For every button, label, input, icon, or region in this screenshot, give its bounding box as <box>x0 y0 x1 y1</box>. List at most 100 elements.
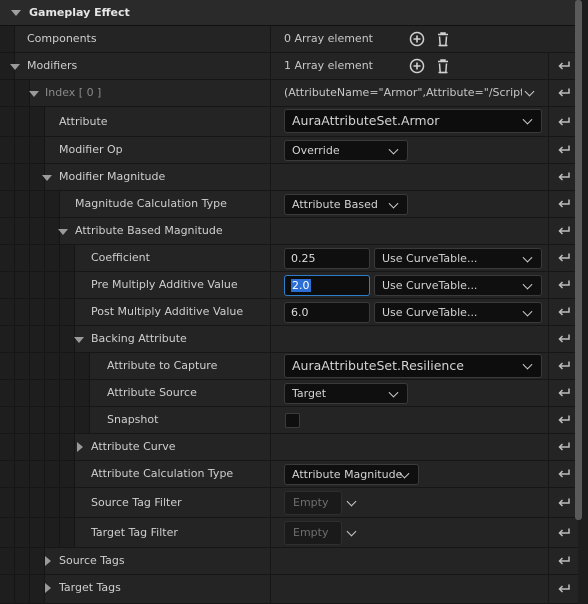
attribute-calc-type-value: Attribute Magnitude <box>292 468 403 481</box>
reset-to-default-icon[interactable] <box>557 333 571 345</box>
modifier-op-label: Modifier Op <box>59 143 123 156</box>
row-target-tags[interactable]: Target Tags <box>0 575 578 604</box>
expand-attribute-based-magnitude-icon[interactable] <box>58 229 68 235</box>
section-header-gameplay-effect[interactable]: Gameplay Effect <box>0 0 578 26</box>
snapshot-checkbox[interactable] <box>285 413 300 428</box>
chevron-down-icon <box>522 114 533 125</box>
pre-multiply-curve-dropdown[interactable]: Use CurveTable... <box>374 275 542 296</box>
attribute-label: Attribute <box>59 115 108 128</box>
source-tags-label: Source Tags <box>59 554 125 567</box>
row-coefficient: Coefficient 0.25 Use CurveTable... <box>0 245 578 272</box>
reset-to-default-icon[interactable] <box>557 360 571 372</box>
reset-to-default-icon[interactable] <box>557 555 571 567</box>
index-summary-value: (AttributeName="Armor",Attribute="/Scrip… <box>284 86 522 99</box>
attribute-calc-type-dropdown[interactable]: Attribute Magnitude <box>284 464 419 485</box>
row-post-multiply-additive-value: Post Multiply Additive Value 6.0 Use Cur… <box>0 299 578 326</box>
reset-to-default-icon[interactable] <box>557 198 571 210</box>
row-snapshot: Snapshot <box>0 407 578 434</box>
row-magnitude-calculation-type: Magnitude Calculation Type Attribute Bas… <box>0 191 578 218</box>
chevron-down-icon <box>388 387 399 398</box>
post-multiply-input[interactable]: 6.0 <box>284 302 370 323</box>
reset-to-default-icon[interactable] <box>557 279 571 291</box>
chevron-down-icon <box>522 279 533 290</box>
expand-attribute-curve-icon[interactable] <box>77 442 83 452</box>
collapse-arrow-icon[interactable] <box>11 9 21 16</box>
attribute-source-label: Attribute Source <box>107 386 197 399</box>
reset-to-default-icon[interactable] <box>557 225 571 237</box>
pre-multiply-label: Pre Multiply Additive Value <box>91 278 238 291</box>
attribute-source-value: Target <box>292 387 327 400</box>
expand-index-icon[interactable] <box>29 91 39 97</box>
attribute-source-dropdown[interactable]: Target <box>284 383 408 404</box>
chevron-down-icon <box>388 144 399 155</box>
reset-to-default-icon[interactable] <box>557 306 571 318</box>
magnitude-calc-type-dropdown[interactable]: Attribute Based <box>284 194 408 215</box>
modifier-magnitude-label: Modifier Magnitude <box>59 170 166 183</box>
reset-to-default[interactable] <box>548 548 579 574</box>
expand-target-tags-icon[interactable] <box>45 583 51 593</box>
attribute-to-capture-label: Attribute to Capture <box>107 359 218 372</box>
reset-to-default-icon[interactable] <box>557 441 571 453</box>
chevron-down-icon <box>522 359 533 370</box>
attribute-to-capture-value: AuraAttributeSet.Resilience <box>292 358 464 373</box>
modifier-op-dropdown[interactable]: Override <box>284 140 408 161</box>
row-index-0[interactable]: Index [ 0 ] (AttributeName="Armor",Attri… <box>0 80 578 107</box>
reset-to-default-icon[interactable] <box>557 414 571 426</box>
chevron-down-icon[interactable] <box>346 496 357 507</box>
reset-to-default-icon[interactable] <box>557 87 571 99</box>
post-multiply-curve-dropdown[interactable]: Use CurveTable... <box>374 302 542 323</box>
row-modifier-op: Modifier Op Override <box>0 137 578 164</box>
delete-elements-icon[interactable] <box>435 31 451 47</box>
attribute-dropdown[interactable]: AuraAttributeSet.Armor <box>284 109 542 133</box>
coefficient-input[interactable]: 0.25 <box>284 248 370 269</box>
row-backing-attribute[interactable]: Backing Attribute <box>0 326 578 353</box>
target-tag-filter-button[interactable]: Empty <box>284 521 342 545</box>
reset-to-default[interactable] <box>548 518 579 547</box>
reset-to-default-icon[interactable] <box>557 116 571 128</box>
row-components: Components 0 Array element <box>0 26 578 53</box>
reset-to-default-icon[interactable] <box>557 497 571 509</box>
row-source-tags[interactable]: Source Tags <box>0 548 578 575</box>
source-tag-filter-button[interactable]: Empty <box>284 491 342 515</box>
add-element-icon[interactable] <box>409 58 425 74</box>
pre-multiply-input[interactable]: 2.0 <box>284 275 370 296</box>
reset-to-default-icon[interactable] <box>557 583 571 595</box>
expand-modifier-magnitude-icon[interactable] <box>42 175 52 181</box>
row-attribute-curve[interactable]: Attribute Curve <box>0 434 578 461</box>
reset-to-default[interactable] <box>548 575 579 603</box>
chevron-down-icon[interactable] <box>524 86 535 97</box>
row-source-tag-filter: Source Tag Filter Empty <box>0 488 578 518</box>
attribute-to-capture-dropdown[interactable]: AuraAttributeSet.Resilience <box>284 354 542 378</box>
row-attribute-based-magnitude[interactable]: Attribute Based Magnitude <box>0 218 578 245</box>
reset-to-default-icon[interactable] <box>557 144 571 156</box>
reset-to-default-icon[interactable] <box>557 252 571 264</box>
expand-source-tags-icon[interactable] <box>45 556 51 566</box>
scrollbar-thumb[interactable] <box>575 0 582 520</box>
pre-multiply-curve-value: Use CurveTable... <box>382 279 478 292</box>
components-value: 0 Array element <box>284 32 373 45</box>
target-tags-label: Target Tags <box>59 581 121 594</box>
reset-to-default-icon[interactable] <box>557 60 571 72</box>
row-attribute-to-capture: Attribute to Capture AuraAttributeSet.Re… <box>0 353 578 380</box>
expand-backing-attribute-icon[interactable] <box>74 337 84 343</box>
expand-modifiers-icon[interactable] <box>10 64 20 70</box>
chevron-down-icon[interactable] <box>346 526 357 537</box>
row-modifier-magnitude[interactable]: Modifier Magnitude <box>0 164 578 191</box>
modifier-op-value: Override <box>292 144 340 157</box>
attribute-based-magnitude-label: Attribute Based Magnitude <box>75 224 223 237</box>
delete-elements-icon[interactable] <box>435 58 451 74</box>
reset-to-default-icon[interactable] <box>557 171 571 183</box>
reset-to-default-icon[interactable] <box>557 387 571 399</box>
reset-to-default-icon[interactable] <box>557 527 571 539</box>
magnitude-calc-type-value: Attribute Based <box>292 198 378 211</box>
components-label: Components <box>27 32 97 45</box>
reset-to-default-icon[interactable] <box>557 468 571 480</box>
row-attribute: Attribute AuraAttributeSet.Armor <box>0 107 578 137</box>
chevron-down-icon <box>388 198 399 209</box>
selected-text: 2.0 <box>291 279 311 292</box>
add-element-icon[interactable] <box>409 31 425 47</box>
coefficient-curve-dropdown[interactable]: Use CurveTable... <box>374 248 542 269</box>
attribute-value: AuraAttributeSet.Armor <box>292 113 440 128</box>
row-modifiers[interactable]: Modifiers 1 Array element <box>0 53 578 80</box>
coefficient-label: Coefficient <box>91 251 150 264</box>
